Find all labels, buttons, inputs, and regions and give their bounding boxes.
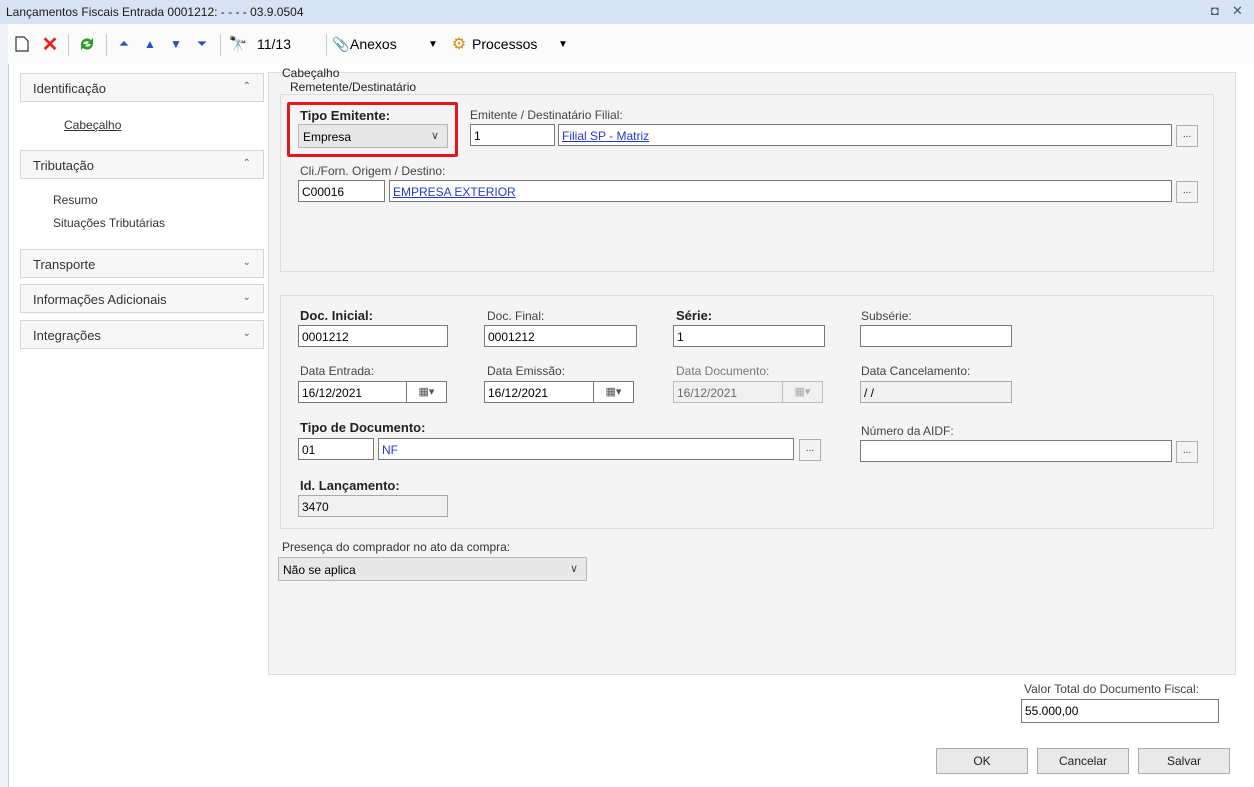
processos-menu[interactable]: Processos [472, 32, 548, 56]
data-emissao-label: Data Emissão: [487, 364, 566, 378]
data-cancelamento-input: / / [860, 381, 1012, 403]
presenca-label: Presença do comprador no ato da compra: [282, 540, 511, 554]
subserie-input[interactable] [860, 325, 1012, 347]
chevron-up-icon: ⌃ [242, 81, 251, 92]
restore-icon[interactable]: ◘ [1211, 3, 1219, 18]
doc-final-label: Doc. Final: [487, 309, 545, 323]
data-documento-label: Data Documento: [676, 364, 770, 378]
refresh-icon[interactable] [76, 32, 98, 56]
emitente-filial-lookup-button[interactable]: ... [1176, 125, 1198, 147]
toolbar: ✕ ⏶ ▲ ▼ ⏷ 🔭 11/13 📎 Anexos ▼ ⚙ Processos… [8, 24, 1254, 64]
toolbar-separator [106, 34, 107, 56]
tipo-documento-lookup-button[interactable]: ... [799, 439, 821, 461]
toolbar-separator [326, 34, 327, 56]
doc-inicial-label: Doc. Inicial: [300, 308, 373, 323]
sidebar-section-integracoes[interactable]: Integrações ⌄ [20, 320, 264, 349]
sidebar-item-cabecalho[interactable]: Cabeçalho [64, 118, 121, 132]
emitente-filial-label: Emitente / Destinatário Filial: [470, 108, 623, 122]
serie-input[interactable]: 1 [673, 325, 825, 347]
presenca-select[interactable]: Não se aplica ∨ [278, 557, 587, 581]
chevron-down-icon: ∨ [569, 563, 578, 575]
presenca-value: Não se aplica [283, 563, 356, 577]
sidebar-section-identificacao[interactable]: Identificação ⌃ [20, 73, 264, 102]
cli-forn-lookup-button[interactable]: ... [1176, 181, 1198, 203]
previous-record-icon[interactable]: ▲ [140, 32, 160, 56]
sidebar-section-label: Tributação [33, 158, 94, 173]
tipo-documento-code-input[interactable]: 01 [298, 438, 374, 460]
calendar-dropdown-icon: ▦▾ [783, 381, 823, 403]
sidebar-item-situacoes-tributarias[interactable]: Situações Tributárias [53, 216, 165, 230]
id-lancamento-label: Id. Lançamento: [300, 478, 400, 493]
calendar-dropdown-icon[interactable]: ▦▾ [594, 381, 634, 403]
sidebar-section-label: Informações Adicionais [33, 292, 167, 307]
data-emissao-input[interactable]: 16/12/2021 [484, 381, 594, 403]
emitente-filial-link[interactable]: Filial SP - Matriz [562, 129, 649, 143]
chevron-up-icon: ⌃ [242, 158, 251, 169]
toolbar-separator [220, 34, 221, 56]
emitente-filial-name-field: Filial SP - Matriz [558, 124, 1172, 146]
cli-forn-code-input[interactable]: C00016 [298, 180, 385, 202]
valor-total-input[interactable]: 55.000,00 [1021, 699, 1219, 723]
gears-icon: ⚙ [451, 36, 467, 53]
id-lancamento-input: 3470 [298, 495, 448, 517]
tipo-documento-name[interactable]: NF [382, 443, 398, 457]
anexos-dropdown-icon[interactable]: ▼ [426, 32, 440, 56]
doc-final-input[interactable]: 0001212 [484, 325, 637, 347]
cli-forn-link[interactable]: EMPRESA EXTERIOR [393, 185, 516, 199]
highlight-box [287, 102, 458, 157]
delete-icon[interactable]: ✕ [40, 32, 60, 56]
sidebar-section-informacoes-adicionais[interactable]: Informações Adicionais ⌄ [20, 284, 264, 313]
sidebar-section-label: Transporte [33, 257, 96, 272]
close-icon[interactable]: ✕ [1232, 3, 1243, 19]
first-record-icon[interactable]: ⏶ [114, 32, 134, 56]
paperclip-icon: 📎 [332, 35, 350, 52]
cli-forn-name-field: EMPRESA EXTERIOR [389, 180, 1172, 202]
sidebar-section-label: Identificação [33, 81, 106, 96]
chevron-down-icon: ⌄ [242, 257, 251, 268]
ok-button[interactable]: OK [936, 748, 1028, 774]
new-document-icon[interactable] [12, 32, 32, 56]
window-title: Lançamentos Fiscais Entrada 0001212: - -… [6, 5, 304, 19]
emitente-filial-code-input[interactable]: 1 [470, 124, 555, 146]
toolbar-separator [68, 34, 69, 56]
serie-label: Série: [676, 308, 713, 323]
subserie-label: Subsérie: [861, 309, 912, 323]
salvar-button[interactable]: Salvar [1138, 748, 1230, 774]
numero-aidf-label: Número da AIDF: [861, 424, 954, 438]
remetente-group-title: Remetente/Destinatário [290, 80, 417, 94]
data-entrada-input[interactable]: 16/12/2021 [298, 381, 407, 403]
data-entrada-label: Data Entrada: [300, 364, 375, 378]
doc-inicial-input[interactable]: 0001212 [298, 325, 448, 347]
sidebar-section-transporte[interactable]: Transporte ⌄ [20, 249, 264, 278]
numero-aidf-input[interactable] [860, 440, 1172, 462]
numero-aidf-lookup-button[interactable]: ... [1176, 441, 1198, 463]
sidebar-section-label: Integrações [33, 328, 101, 343]
tipo-documento-name-field: NF [378, 438, 794, 460]
data-documento-input: 16/12/2021 [673, 381, 783, 403]
calendar-dropdown-icon[interactable]: ▦▾ [407, 381, 447, 403]
sidebar: Identificação ⌃ Cabeçalho Tributação ⌃ R… [20, 73, 266, 373]
cancelar-button[interactable]: Cancelar [1037, 748, 1129, 774]
next-record-icon[interactable]: ▼ [166, 32, 186, 56]
chevron-down-icon: ⌄ [242, 292, 251, 303]
chevron-down-icon: ⌄ [242, 328, 251, 339]
binoculars-icon[interactable]: 🔭 [226, 32, 250, 56]
data-cancelamento-label: Data Cancelamento: [861, 364, 971, 378]
cabecalho-group-title: Cabeçalho [282, 66, 340, 80]
window-titlebar: Lançamentos Fiscais Entrada 0001212: - -… [0, 0, 1254, 25]
valor-total-label: Valor Total do Documento Fiscal: [1024, 682, 1199, 696]
window-left-edge [0, 24, 9, 787]
sidebar-item-resumo[interactable]: Resumo [53, 193, 98, 207]
processos-dropdown-icon[interactable]: ▼ [556, 32, 570, 56]
last-record-icon[interactable]: ⏷ [192, 32, 212, 56]
tipo-documento-label: Tipo de Documento: [300, 420, 426, 435]
cli-forn-label: Cli./Forn. Origem / Destino: [300, 164, 446, 178]
anexos-menu[interactable]: Anexos [350, 32, 400, 56]
sidebar-section-tributacao[interactable]: Tributação ⌃ [20, 150, 264, 179]
record-counter: 11/13 [257, 36, 291, 52]
